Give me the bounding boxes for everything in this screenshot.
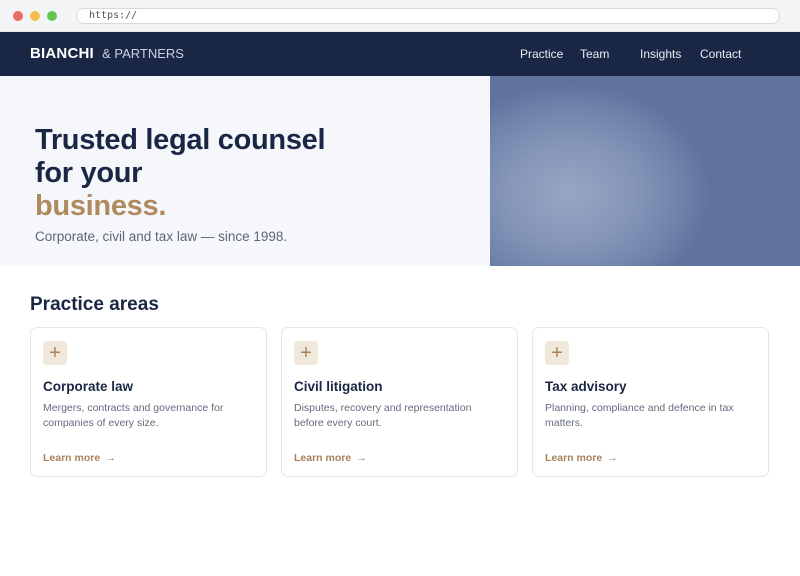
learn-more-link-civil-litigation[interactable]: Learn more → (294, 451, 367, 465)
hero-title-accent: business. (35, 190, 167, 222)
learn-more-label: Learn more (43, 452, 101, 464)
learn-more-link-tax-advisory[interactable]: Learn more → (545, 451, 618, 465)
practice-card-tax-advisory: + Tax advisory Planning, compliance and … (532, 327, 769, 477)
hero-title: Trusted legal counsel for your business. (35, 124, 355, 223)
learn-more-label: Learn more (294, 452, 352, 464)
brand-logo[interactable]: BIANCHI & PARTNERS (30, 46, 184, 62)
learn-more-link-corporate-law[interactable]: Learn more → (43, 451, 116, 465)
card-description: Mergers, contracts and governance for co… (43, 402, 224, 429)
practice-card-civil-litigation: + Civil litigation Disputes, recovery an… (281, 327, 518, 477)
card-title: Corporate law (43, 379, 134, 394)
plus-icon: + (545, 341, 569, 365)
close-window-dot[interactable] (13, 11, 23, 21)
arrow-right-icon: → (356, 452, 367, 464)
nav-link-team[interactable]: Team (580, 47, 609, 61)
learn-more-label: Learn more (545, 452, 603, 464)
address-bar[interactable]: https:// (76, 8, 780, 24)
minimize-window-dot[interactable] (30, 11, 40, 21)
hero-subtitle: Corporate, civil and tax law — since 199… (35, 229, 288, 244)
arrow-right-icon: → (105, 452, 116, 464)
plus-icon: + (43, 341, 67, 365)
card-title: Civil litigation (294, 379, 383, 394)
site-header: BIANCHI & PARTNERS Practice Team Insight… (0, 32, 800, 76)
card-description: Planning, compliance and defence in tax … (545, 402, 734, 429)
browser-chrome: https:// (0, 0, 800, 32)
maximize-window-dot[interactable] (47, 11, 57, 21)
hero-section: Trusted legal counsel for your business.… (0, 76, 800, 266)
plus-icon: + (294, 341, 318, 365)
brand-suffix: & PARTNERS (102, 46, 184, 61)
practice-card-corporate-law: + Corporate law Mergers, contracts and g… (30, 327, 267, 477)
card-description: Disputes, recovery and representation be… (294, 402, 472, 429)
nav-link-contact[interactable]: Contact (700, 47, 741, 61)
nav-link-insights[interactable]: Insights (640, 47, 681, 61)
card-title: Tax advisory (545, 379, 627, 394)
hero-title-main: Trusted legal counsel for your (35, 124, 326, 189)
brand-name: BIANCHI (30, 45, 94, 62)
nav-link-practice[interactable]: Practice (520, 47, 563, 61)
arrow-right-icon: → (607, 452, 618, 464)
hero-image (490, 76, 800, 266)
practice-section-title: Practice areas (30, 294, 159, 315)
